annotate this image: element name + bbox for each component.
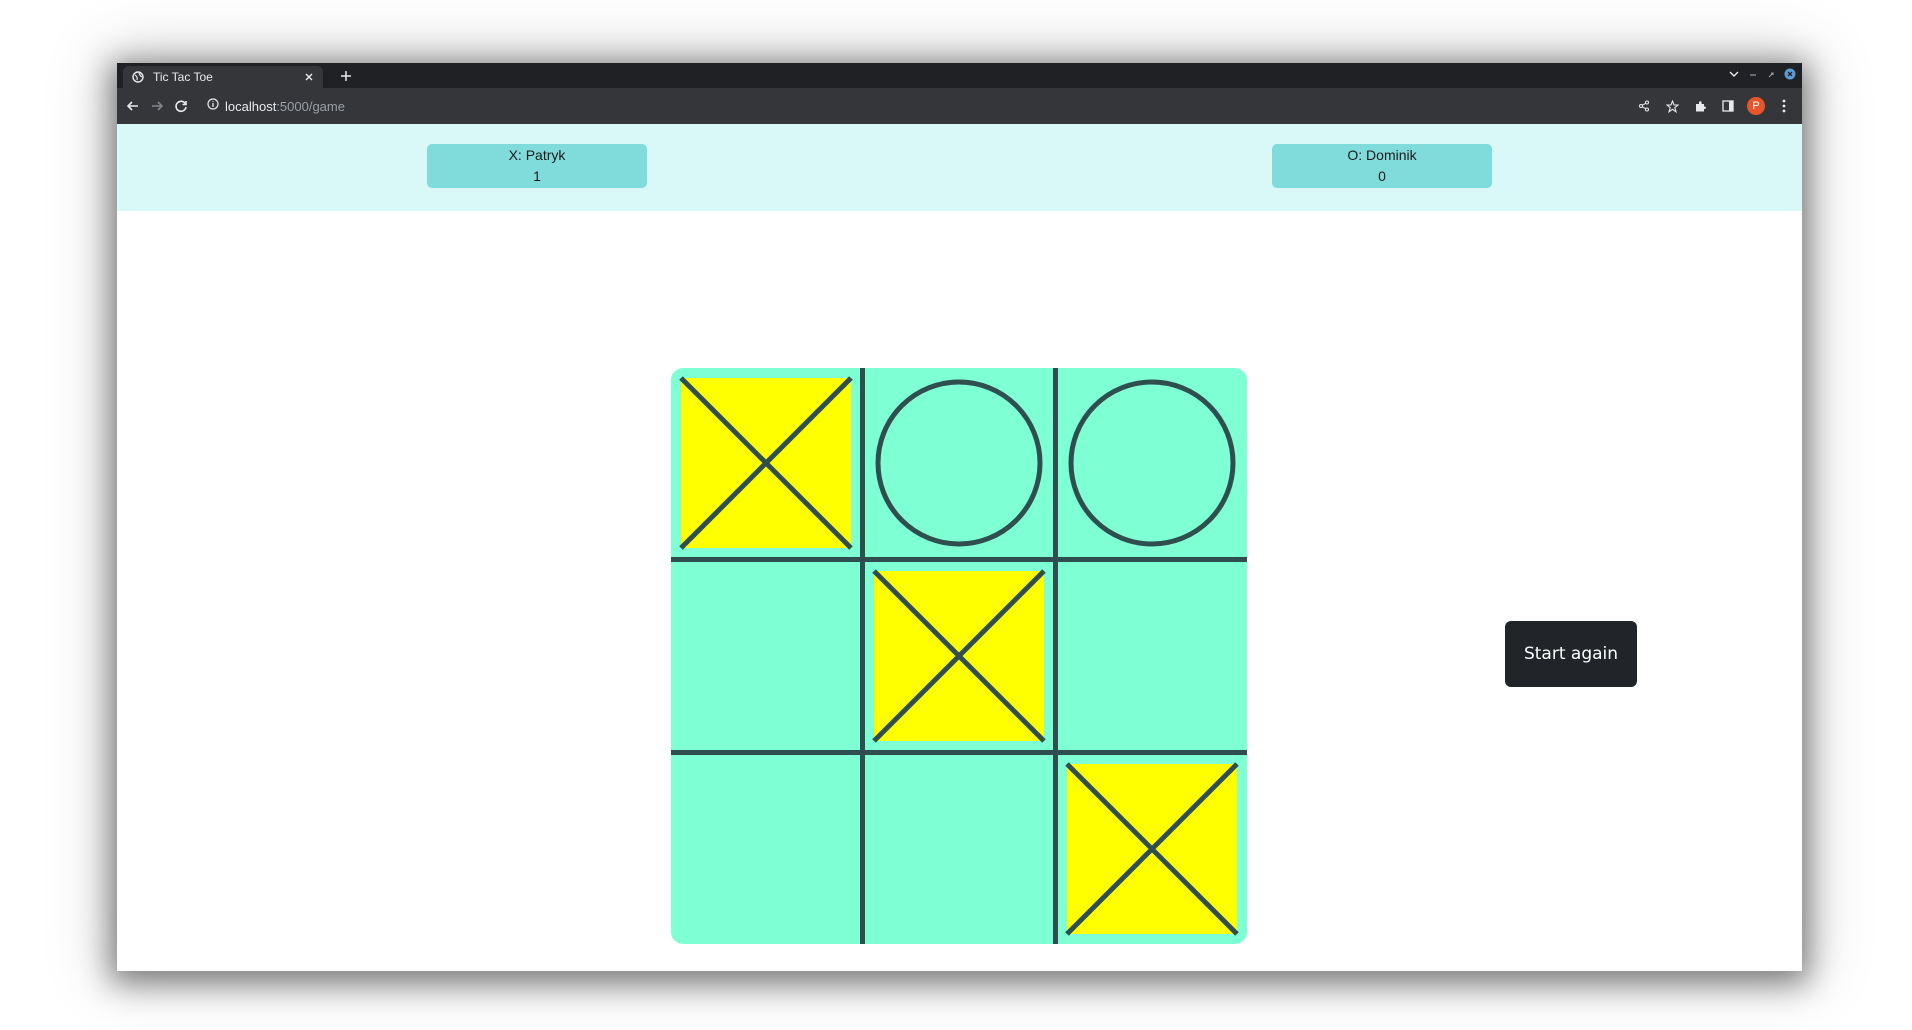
site-info-icon[interactable] xyxy=(207,97,219,115)
extensions-icon[interactable] xyxy=(1688,94,1712,118)
tab-strip: Tic Tac Toe xyxy=(117,63,1802,88)
game-board xyxy=(671,368,1247,944)
minimize-icon[interactable] xyxy=(1748,67,1758,85)
close-tab-icon[interactable] xyxy=(301,69,317,85)
player-o-score: 0 xyxy=(1378,168,1386,184)
globe-icon xyxy=(131,70,145,84)
bookmark-star-icon[interactable] xyxy=(1660,94,1684,118)
url-path: :5000/game xyxy=(276,98,345,114)
player-o-label: O: Dominik xyxy=(1347,147,1417,163)
game-page: X: Patryk 1 O: Dominik 0 Start again xyxy=(117,124,1802,971)
profile-avatar[interactable]: P xyxy=(1744,94,1768,118)
player-x-scorecard: X: Patryk 1 xyxy=(427,144,647,188)
tab-title: Tic Tac Toe xyxy=(153,70,213,84)
browser-window: Tic Tac Toe localhost:5000/game P X: Pat… xyxy=(117,63,1802,971)
reload-icon[interactable] xyxy=(169,94,193,118)
toolbar-actions: P xyxy=(1632,94,1796,118)
screen: Tic Tac Toe localhost:5000/game P X: Pat… xyxy=(0,0,1912,1030)
player-x-score: 1 xyxy=(533,168,541,184)
profile-initial: P xyxy=(1747,97,1765,115)
restore-icon[interactable] xyxy=(1766,67,1776,85)
address-bar[interactable]: localhost:5000/game xyxy=(207,93,1707,119)
side-panel-icon[interactable] xyxy=(1716,94,1740,118)
browser-toolbar: localhost:5000/game P xyxy=(117,88,1802,124)
board-cell-6[interactable] xyxy=(1057,561,1247,751)
board-cell-9[interactable] xyxy=(1057,754,1247,944)
close-window-icon[interactable] xyxy=(1784,67,1796,85)
window-controls xyxy=(1728,67,1796,85)
player-x-label: X: Patryk xyxy=(508,147,566,163)
board-cell-7[interactable] xyxy=(671,754,861,944)
back-icon[interactable] xyxy=(121,94,145,118)
tab-tic-tac-toe[interactable]: Tic Tac Toe xyxy=(123,66,323,88)
url-text: localhost:5000/game xyxy=(225,99,345,114)
scoreboard: X: Patryk 1 O: Dominik 0 xyxy=(117,124,1802,211)
board-svg xyxy=(671,368,1247,944)
player-o-scorecard: O: Dominik 0 xyxy=(1272,144,1492,188)
tab-search-icon[interactable] xyxy=(1728,67,1740,85)
start-again-button[interactable]: Start again xyxy=(1505,621,1637,687)
board-cell-1[interactable] xyxy=(671,368,861,558)
menu-kebab-icon[interactable] xyxy=(1772,94,1796,118)
share-icon[interactable] xyxy=(1632,94,1656,118)
board-cell-2[interactable] xyxy=(864,368,1054,558)
board-cell-8[interactable] xyxy=(864,754,1054,944)
board-cell-5[interactable] xyxy=(864,561,1054,751)
new-tab-icon[interactable] xyxy=(337,67,355,85)
board-cell-4[interactable] xyxy=(671,561,861,751)
url-host: localhost xyxy=(225,98,277,114)
forward-icon[interactable] xyxy=(145,94,169,118)
board-cell-3[interactable] xyxy=(1057,368,1247,558)
